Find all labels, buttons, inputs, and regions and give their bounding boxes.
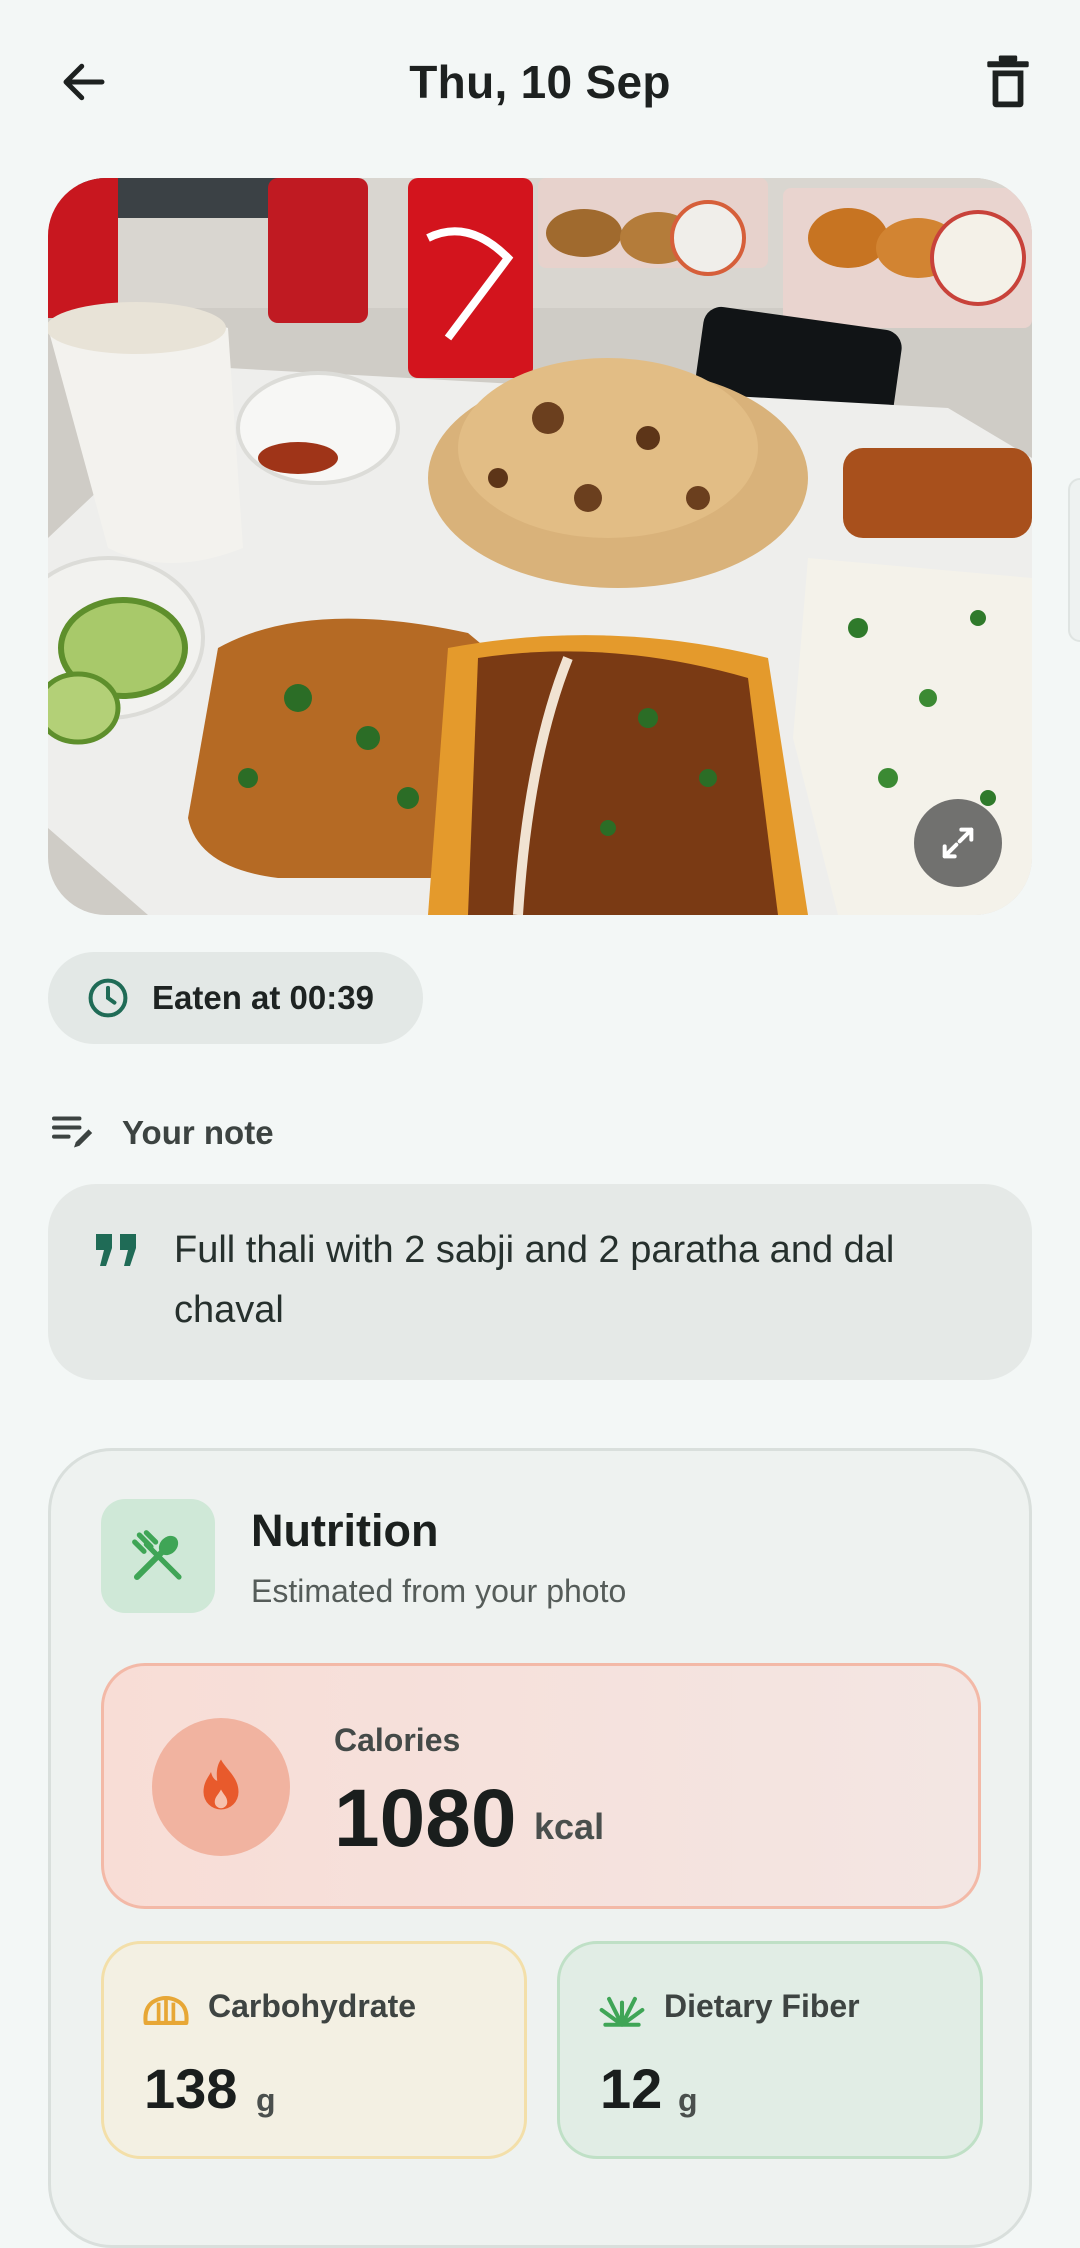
calories-label: Calories [334, 1722, 461, 1758]
carbohydrate-unit: g [256, 2082, 276, 2118]
carbohydrate-card: Carbohydrate 138 g [101, 1941, 527, 2159]
bread-icon [143, 1995, 189, 2025]
expand-photo-button[interactable] [914, 799, 1002, 887]
side-scroll-handle[interactable] [1068, 478, 1080, 642]
fiber-card: Dietary Fiber 12 g [557, 1941, 983, 2159]
nutrition-title: Nutrition [251, 1505, 439, 1556]
trash-icon [987, 55, 1029, 108]
nutrition-subtitle: Estimated from your photo [251, 1573, 627, 1609]
nutrition-icon-tile [101, 1499, 215, 1613]
note-heading: Your note [52, 1108, 274, 1158]
meal-photo-image [48, 178, 1032, 915]
delete-button[interactable] [972, 46, 1044, 118]
flame-icon [203, 1759, 239, 1810]
calories-icon-badge [152, 1718, 290, 1856]
calories-card: Calories 1080 kcal [101, 1663, 981, 1909]
note-heading-label: Your note [122, 1114, 274, 1151]
edit-note-icon [52, 1116, 93, 1148]
note-card[interactable]: Full thali with 2 sabji and 2 paratha an… [48, 1184, 1032, 1380]
carbohydrate-value: 138 [144, 2057, 238, 2120]
fiber-value: 12 [600, 2057, 663, 2120]
fork-knife-icon [132, 1530, 182, 1581]
calories-unit: kcal [534, 1806, 605, 1847]
note-text: Full thali with 2 sabji and 2 paratha an… [174, 1229, 895, 1331]
meal-time-label: Eaten at 00:39 [152, 979, 374, 1016]
expand-icon [942, 827, 974, 859]
calories-value: 1080 [334, 1773, 517, 1864]
clock-icon [88, 978, 128, 1018]
meal-photo[interactable] [48, 178, 1032, 915]
nutrition-card: Nutrition Estimated from your photo Calo… [48, 1448, 1032, 2248]
page-title: Thu, 10 Sep [409, 56, 671, 108]
carbohydrate-label: Carbohydrate [208, 1988, 417, 2024]
meal-time-chip[interactable]: Eaten at 00:39 [48, 952, 423, 1044]
app-bar: Thu, 10 Sep [0, 0, 1080, 165]
fiber-label: Dietary Fiber [664, 1988, 860, 2024]
grass-icon [599, 1996, 645, 2027]
fiber-unit: g [678, 2082, 698, 2118]
quote-icon [96, 1234, 136, 1266]
